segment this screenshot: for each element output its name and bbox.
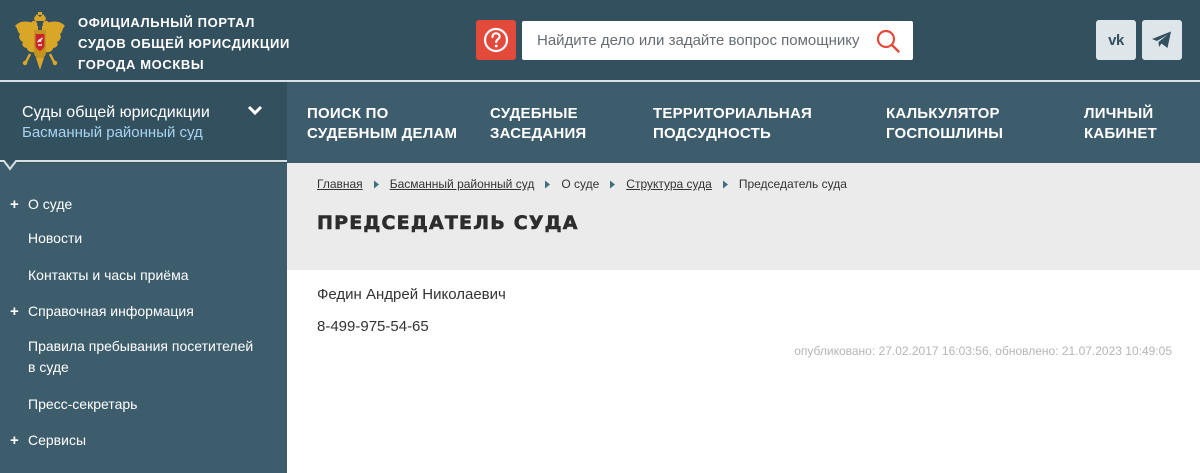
vk-button[interactable]: vk [1096,20,1136,60]
telegram-icon [1152,31,1171,48]
nav-fee-calculator[interactable]: Калькулятор госпошлины [886,104,1003,144]
publish-timestamp: опубликовано: 27.02.2017 16:03:56, обнов… [794,344,1172,358]
content-header: Главная Басманный районный суд О суде Ст… [287,163,1200,270]
search-box [522,21,913,60]
plus-icon[interactable]: + [10,303,19,320]
phone-number: 8-499-975-54-65 [317,318,429,335]
search-icon[interactable] [875,28,901,54]
breadcrumb-item-about: О суде [561,177,600,191]
sidebar-item-contacts[interactable]: Контакты и часы приёма [28,265,189,286]
coat-of-arms-icon[interactable] [12,12,68,72]
nav-label-line: Поиск по [307,105,389,122]
chevron-down-icon[interactable] [247,104,263,118]
sidebar-item-visitor-rules[interactable]: Правила пребывания посетителей в суде [28,336,253,378]
telegram-button[interactable] [1142,20,1182,60]
plus-icon[interactable]: + [10,196,19,213]
breadcrumb-arrow-icon [545,180,551,188]
selector-notch [0,160,287,171]
vk-icon: vk [1108,31,1124,49]
sidebar-item-reference[interactable]: Справочная информация [28,301,194,322]
search-input[interactable] [522,21,862,60]
breadcrumb-link-court[interactable]: Басманный районный суд [390,177,535,191]
portal-title-line: города Москвы [78,57,205,72]
breadcrumb-link-home[interactable]: Главная [317,177,363,191]
nav-label-line: Личный [1084,105,1154,122]
plus-icon[interactable]: + [10,432,19,449]
sidebar-item-label: Правила пребывания посетителей [28,338,254,354]
portal-title-line: Официальный портал [78,15,256,30]
nav-label-line: Судебные [490,105,578,122]
portal-title[interactable]: Официальный портал судов общей юрисдикци… [78,12,290,75]
breadcrumb-link-structure[interactable]: Структура суда [626,177,712,191]
sidebar-item-press[interactable]: Пресс-секретарь [28,394,137,415]
court-selector[interactable]: Суды общей юрисдикции Басманный районный… [0,82,287,163]
sidebar-item-services[interactable]: Сервисы [28,430,86,451]
person-name: Федин Андрей Николаевич [317,286,506,303]
sidebar: + О суде Новости Контакты и часы приёма … [0,163,287,473]
portal-title-line: судов общей юрисдикции [78,36,290,51]
nav-label-line: судебным делам [307,125,458,142]
nav-case-search[interactable]: Поиск по судебным делам [307,104,457,144]
breadcrumb-arrow-icon [373,180,379,188]
breadcrumb: Главная Басманный районный суд О суде Ст… [317,177,847,191]
nav-label-line: Территориальная [653,105,812,122]
site-header: Официальный портал судов общей юрисдикци… [0,0,1200,80]
nav-jurisdiction[interactable]: Территориальная подсудность [653,104,812,144]
breadcrumb-current: Председатель суда [738,177,847,191]
nav-label-line: заседания [490,125,587,142]
nav-label-line: Калькулятор [886,105,1000,122]
help-button[interactable] [476,20,516,60]
nav-label-line: кабинет [1084,125,1157,142]
question-icon [483,27,509,53]
court-selector-title: Суды общей юрисдикции [22,104,210,121]
court-selector-current: Басманный районный суд [22,124,203,141]
page-title: Председатель суда [317,212,579,235]
nav-label-line: госпошлины [886,125,1004,142]
nav-court-sessions[interactable]: Судебные заседания [490,104,586,144]
sidebar-item-label: в суде [28,359,69,375]
sidebar-item-news[interactable]: Новости [28,228,82,249]
nav-personal-account[interactable]: Личный кабинет [1084,104,1157,144]
sidebar-item-about[interactable]: О суде [28,194,72,215]
nav-label-line: подсудность [653,125,771,142]
breadcrumb-arrow-icon [610,180,616,188]
breadcrumb-arrow-icon [722,180,728,188]
main-nav: Поиск по судебным делам Судебные заседан… [287,82,1200,163]
